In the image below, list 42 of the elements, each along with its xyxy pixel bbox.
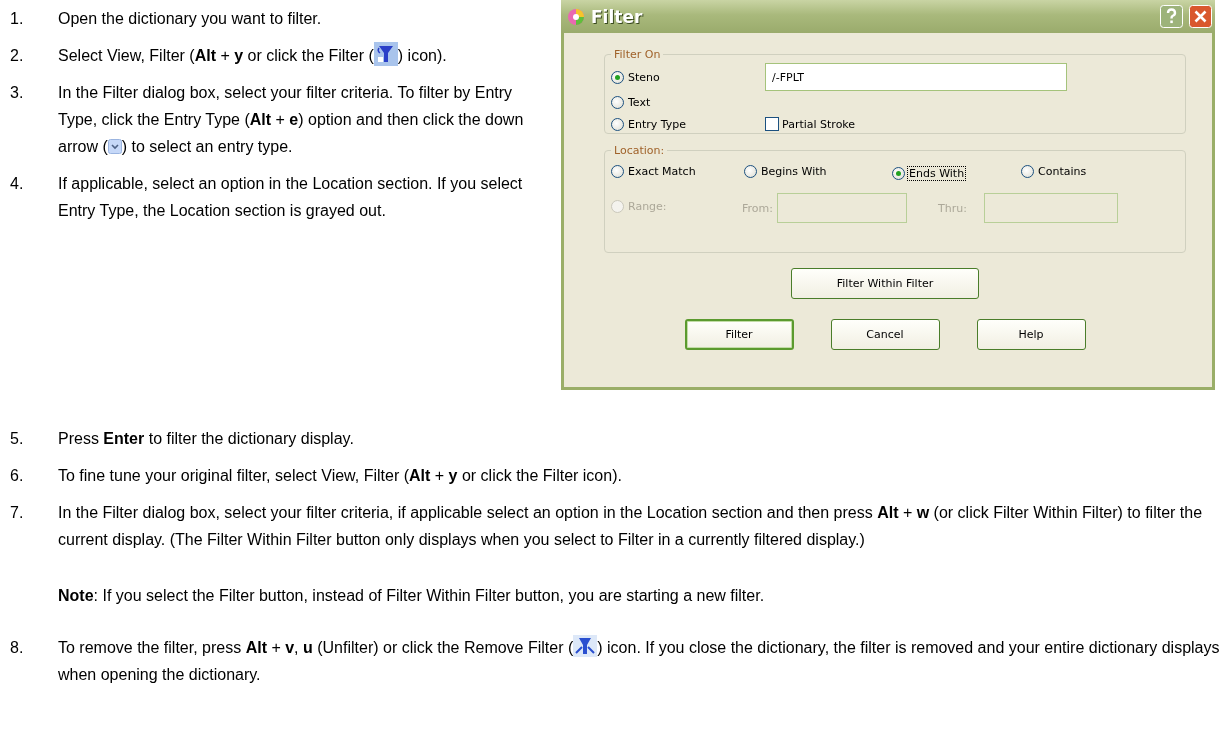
step-text: To fine tune your original filter, select View, Filter (Alt + y or click the Filter icon). <box>58 466 623 486</box>
radio-option[interactable]: Ends With <box>892 167 966 180</box>
filter-within-filter-button[interactable]: Filter Within Filter <box>791 268 979 299</box>
step-text: Press Enter to filter the dictionary display. <box>58 429 355 449</box>
radio-option[interactable]: Text <box>611 96 652 109</box>
from-field[interactable] <box>776 193 907 223</box>
dialog-button[interactable]: Filter <box>684 319 794 350</box>
step-number: 2. <box>9 46 25 66</box>
step-text: Open the dictionary you want to filter. <box>58 9 323 29</box>
thru-field[interactable] <box>983 193 1118 223</box>
steno-field[interactable]: /-FPLT <box>765 63 1067 91</box>
step-number: 3. <box>9 83 25 103</box>
step-text: To remove the filter, press Alt + v, u (Unfilter) or click the Remove Filter ( ) icon. If you close the dictionary, the filter is removed and your entire dictionary displays when opening the dictionary. <box>58 634 1227 688</box>
dialog-title: Filter <box>591 6 644 27</box>
step-text: In the Filter dialog box, select your filter criteria, if applicable select an option in the Location section and then press Alt + w (or click Filter Within Filter) to filter the current display. (The Filter Within Filter button only displays when you select to Filter in a currently filtered display.) <box>58 503 1204 550</box>
dialog-button[interactable]: Help <box>976 319 1086 350</box>
step-text: In the Filter dialog box, select your filter criteria. To filter by Entry Type, click the Entry Type (Alt + e) option and then click the down arrow ( ) to select an entry type. <box>58 83 525 157</box>
group-label: Filter On <box>613 48 662 61</box>
step-text: If applicable, select an option in the Location section. If you select Entry Type, the Location section is grayed out. <box>58 174 524 221</box>
group-label: Location: <box>613 144 666 157</box>
step-number: 6. <box>9 466 25 486</box>
step-number: 4. <box>9 174 25 194</box>
funnel-icon <box>573 635 598 657</box>
from-label: From: <box>742 201 773 215</box>
funnel-icon <box>373 42 398 66</box>
radio-option[interactable]: Contains <box>1021 165 1088 178</box>
radio-option[interactable]: Begins With <box>744 165 828 178</box>
step-number: 1. <box>9 9 25 29</box>
radio-option[interactable]: Steno <box>611 71 661 84</box>
partial-stroke-checkbox[interactable]: Partial Stroke <box>765 117 856 131</box>
radio-option[interactable]: Entry Type <box>611 117 688 131</box>
radio-option[interactable]: Exact Match <box>611 165 697 178</box>
step-number: 8. <box>9 638 25 658</box>
step-text: Select View, Filter (Alt + y or click the Filter ( ) icon). <box>58 42 555 69</box>
step-number: 5. <box>9 429 25 449</box>
app-icon <box>567 7 585 26</box>
close-icon[interactable] <box>1189 5 1212 28</box>
step-text: Note: If you select the Filter button, instead of Filter Within Filter button, you are starting a new filter. <box>58 586 766 606</box>
dialog-button[interactable]: Cancel <box>830 319 940 350</box>
step-number: 7. <box>9 503 25 523</box>
help-icon[interactable] <box>1160 5 1183 28</box>
thru-label: Thru: <box>937 201 967 215</box>
